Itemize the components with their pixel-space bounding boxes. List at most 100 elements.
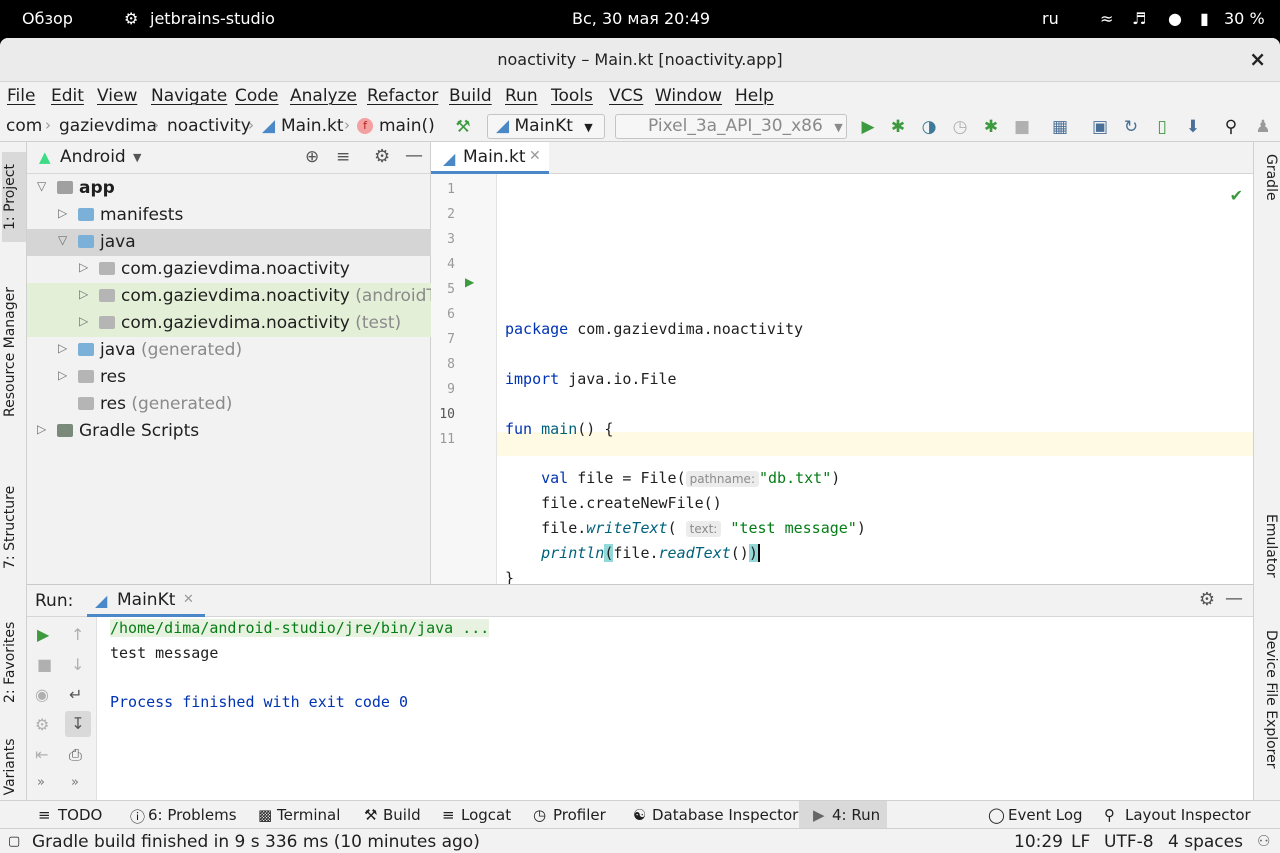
camera-icon[interactable]: ◉ [35, 685, 49, 704]
sync-gradle-icon[interactable]: ↻ [1120, 117, 1142, 137]
stop-icon[interactable]: ■ [1011, 117, 1033, 137]
expand-arrow-icon[interactable]: ▷ [79, 260, 88, 274]
down-arrow-icon[interactable]: ↓ [71, 655, 84, 674]
gear-icon[interactable]: ⚙ [1199, 589, 1215, 610]
expand-arrow-icon[interactable]: ▷ [58, 206, 67, 220]
expand-arrow-icon[interactable]: ▷ [58, 368, 67, 382]
tree-item[interactable]: ▷ Gradle Scripts [27, 418, 431, 445]
debug-icon[interactable]: ✱ [887, 117, 909, 137]
tree-item[interactable]: ▷ java (generated) [27, 337, 431, 364]
tool-tab-database-inspector[interactable]: Database Inspector [652, 806, 798, 824]
close-window-button[interactable]: × [1249, 47, 1266, 71]
expand-arrow-icon[interactable]: ▷ [79, 287, 88, 301]
tool-tab-layout-inspector[interactable]: Layout Inspector [1125, 806, 1251, 824]
editor-tab-main-kt[interactable]: ◢ Main.kt ✕ [431, 142, 549, 174]
caret-position[interactable]: 10:29 [1014, 832, 1063, 852]
project-view-select[interactable]: Android [60, 147, 126, 167]
project-structure-icon[interactable]: ▦ [1049, 117, 1071, 137]
collapse-arrow-icon[interactable]: ▽ [58, 233, 67, 247]
exit-icon[interactable]: ⇤ [35, 745, 48, 764]
menu-window[interactable]: Window [655, 86, 722, 106]
soft-wrap-icon[interactable]: ↵ [69, 685, 82, 704]
keyboard-layout[interactable]: ru [1042, 9, 1059, 28]
breadcrumb-com[interactable]: com [6, 116, 42, 136]
app-menu-icon[interactable]: ⚙ [124, 9, 138, 28]
sdk-manager-icon[interactable]: ⬇ [1182, 117, 1204, 137]
run-tab-mainkt[interactable]: ◢ MainKt ✕ [87, 585, 205, 617]
wifi-icon[interactable]: ≈ [1100, 9, 1113, 28]
menu-vcs[interactable]: VCS [609, 86, 643, 106]
tool-tab-todo[interactable]: TODO [58, 806, 102, 824]
expand-arrow-icon[interactable]: ▷ [37, 422, 46, 436]
tool-tab-gradle[interactable]: Gradle [1257, 154, 1279, 201]
tool-tab-terminal[interactable]: Terminal [277, 806, 340, 824]
more-icon[interactable]: » [37, 775, 45, 790]
stop-icon[interactable]: ■ [37, 655, 52, 674]
tree-item[interactable]: ▷ com.gazievdima.noactivity (androidTest) [27, 283, 431, 310]
tool-tab-profiler[interactable]: Profiler [553, 806, 606, 824]
lock-icon[interactable]: ⚇ [1257, 832, 1270, 850]
app-menu[interactable]: jetbrains-studio [150, 9, 275, 28]
minimize-icon[interactable]: — [1225, 588, 1243, 609]
tool-tab-problems[interactable]: 6: Problems [148, 806, 237, 824]
breadcrumb-main-fn[interactable]: main() [379, 116, 435, 136]
close-tab-icon[interactable]: ✕ [183, 592, 194, 607]
status-panel-icon[interactable]: ▢ [8, 834, 20, 849]
more-icon[interactable]: » [71, 775, 79, 790]
breadcrumb-gazievdima[interactable]: gazievdima [59, 116, 157, 136]
close-tab-icon[interactable]: ✕ [529, 148, 541, 164]
tool-tab-favorites[interactable]: 2: Favorites [2, 602, 26, 722]
expand-arrow-icon[interactable]: ▷ [58, 341, 67, 355]
run-gutter-icon[interactable]: ▶ [465, 275, 474, 289]
device-select[interactable]: Pixel_3a_API_30_x86 ▼ [615, 114, 847, 139]
gear-icon[interactable]: ⚙ [374, 146, 390, 167]
collapse-arrow-icon[interactable]: ▽ [37, 179, 46, 193]
device-manager-icon[interactable]: ▯ [1151, 117, 1173, 137]
activities-button[interactable]: Обзор [22, 9, 73, 28]
menu-build[interactable]: Build [449, 86, 492, 106]
tool-tab-device-file-explorer[interactable]: Device File Explorer [1257, 630, 1279, 769]
avd-manager-icon[interactable]: ▣ [1089, 117, 1111, 137]
build-hammer-icon[interactable]: ⚒ [452, 117, 474, 137]
scroll-to-end-icon[interactable]: ↧ [65, 711, 91, 737]
rerun-icon[interactable]: ▶ [37, 625, 49, 644]
attach-debugger-icon[interactable]: ✱ [980, 117, 1002, 137]
collapse-all-icon[interactable]: ≡ [336, 147, 350, 167]
up-arrow-icon[interactable]: ↑ [71, 625, 84, 644]
tool-tab-emulator[interactable]: Emulator [1257, 514, 1279, 578]
run-config-select[interactable]: ◢ MainKt ▼ [487, 114, 605, 139]
tree-item[interactable]: ▷ com.gazievdima.noactivity (test) [27, 310, 431, 337]
indent-setting[interactable]: 4 spaces [1168, 832, 1243, 852]
tree-item[interactable]: res (generated) [27, 391, 431, 418]
tool-tab-structure[interactable]: 7: Structure [2, 462, 26, 592]
tree-item[interactable]: ▽ java [27, 229, 431, 256]
settings-icon[interactable]: ⚙ [35, 715, 49, 734]
menu-tools[interactable]: Tools [551, 86, 593, 106]
tool-tab-project[interactable]: 1: Project [2, 152, 26, 242]
code-area[interactable]: package com.gazievdima.noactivity import… [505, 174, 1245, 587]
chevron-down-icon[interactable]: ▼ [133, 151, 141, 164]
tool-tab-event-log[interactable]: Event Log [1008, 806, 1083, 824]
profile-icon[interactable]: ◷ [949, 117, 971, 137]
clock[interactable]: Вс, 30 мая 20:49 [572, 9, 710, 28]
menu-edit[interactable]: Edit [51, 86, 84, 106]
tool-tab-resource-manager[interactable]: Resource Manager [2, 262, 26, 442]
menu-help[interactable]: Help [735, 86, 774, 106]
locate-icon[interactable]: ⊕ [305, 147, 319, 167]
breadcrumb-main-kt[interactable]: Main.kt [281, 116, 344, 136]
tree-item[interactable]: ▽ app [27, 175, 431, 202]
no-problems-check-icon[interactable]: ✔ [1230, 186, 1243, 205]
volume-icon[interactable]: ♬ [1132, 9, 1146, 28]
tree-item[interactable]: ▷ res [27, 364, 431, 391]
tool-tab-logcat[interactable]: Logcat [461, 806, 511, 824]
menu-code[interactable]: Code [235, 86, 279, 106]
expand-arrow-icon[interactable]: ▷ [79, 314, 88, 328]
tool-tab-run-active[interactable]: ▶ 4: Run [799, 801, 887, 828]
menu-file[interactable]: File [7, 86, 35, 106]
status-message[interactable]: Gradle build finished in 9 s 336 ms (10 … [32, 832, 480, 852]
menu-analyze[interactable]: Analyze [290, 86, 357, 106]
tree-item[interactable]: ▷ manifests [27, 202, 431, 229]
minimize-icon[interactable]: — [405, 145, 423, 166]
battery-icon[interactable]: ▮ [1200, 9, 1209, 28]
line-separator[interactable]: LF [1071, 832, 1090, 852]
